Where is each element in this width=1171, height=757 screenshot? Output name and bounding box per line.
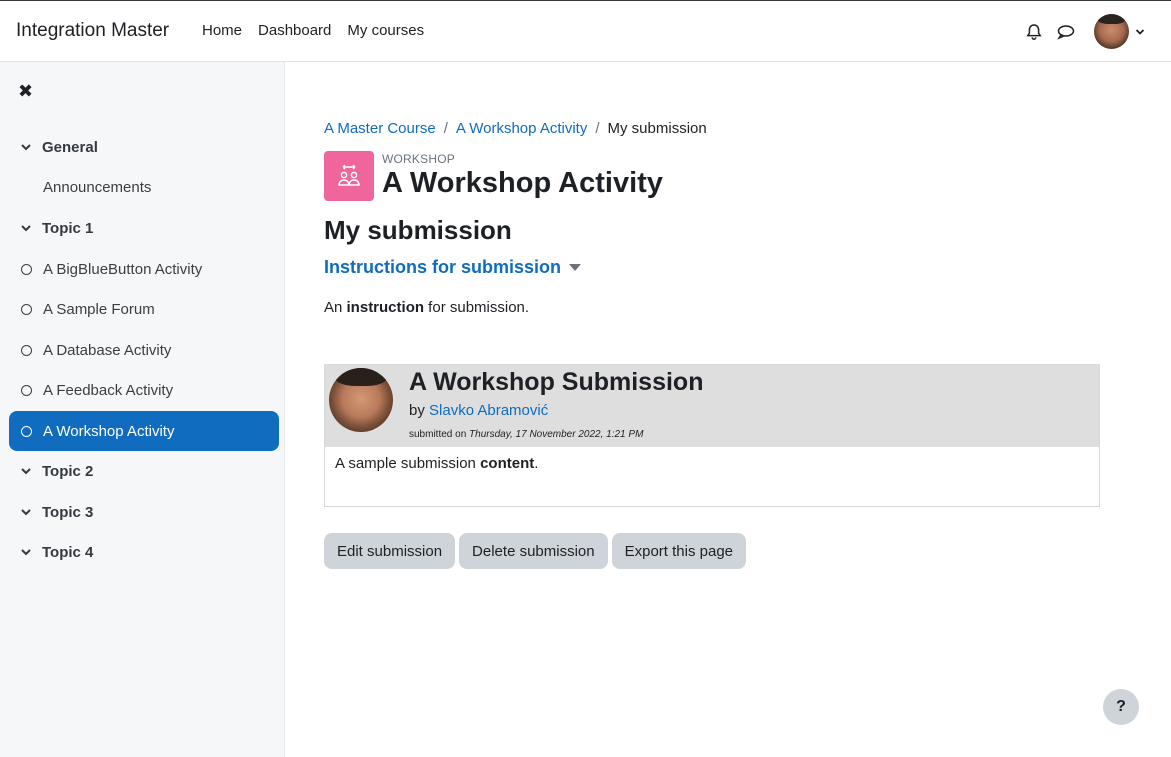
chevron-down-icon[interactable] xyxy=(20,464,34,478)
submission-author-prefix: by xyxy=(409,402,430,419)
site-brand[interactable]: Integration Master xyxy=(16,20,169,42)
breadcrumb-course-link[interactable]: A Master Course xyxy=(324,120,436,137)
nav-dashboard-link[interactable]: Dashboard xyxy=(250,22,339,39)
notifications-bell-icon[interactable] xyxy=(1018,16,1050,48)
sidebar-item-database-activity[interactable]: A Database Activity xyxy=(9,330,279,370)
sidebar-item-label: Topic 4 xyxy=(42,543,94,561)
submission-title: A Workshop Submission xyxy=(409,368,704,396)
completion-circle-icon xyxy=(21,344,32,356)
sidebar-item-workshop-activity[interactable]: A Workshop Activity xyxy=(9,411,279,451)
close-drawer-icon[interactable]: ✖ xyxy=(18,82,36,100)
workshop-icon xyxy=(324,151,374,201)
submission-card: A Workshop Submission by Slavko Abramovi… xyxy=(324,364,1100,507)
completion-circle-icon xyxy=(21,384,32,396)
user-avatar[interactable] xyxy=(1094,14,1129,49)
instruction-text-prefix: An xyxy=(324,299,347,316)
sidebar-section-topic-2[interactable]: Topic 2 xyxy=(9,451,279,491)
completion-circle-icon xyxy=(21,263,32,275)
chevron-down-icon[interactable] xyxy=(20,221,34,235)
breadcrumb-current: My submission xyxy=(607,120,707,137)
help-button[interactable]: ? xyxy=(1103,689,1139,725)
instruction-text-suffix: for submission. xyxy=(424,299,530,316)
edit-submission-button[interactable]: Edit submission xyxy=(324,533,456,569)
page-title: A Workshop Activity xyxy=(382,167,663,199)
sidebar-item-bigbluebutton[interactable]: A BigBlueButton Activity xyxy=(9,249,279,289)
breadcrumb-activity-link[interactable]: A Workshop Activity xyxy=(456,120,587,137)
primary-navigation: Home Dashboard My courses xyxy=(194,22,432,39)
nav-home-link[interactable]: Home xyxy=(194,22,250,39)
export-page-button[interactable]: Export this page xyxy=(611,533,747,569)
sidebar-section-topic-3[interactable]: Topic 3 xyxy=(9,492,279,532)
instruction-text: An instruction for submission. xyxy=(324,299,529,316)
instruction-text-bold: instruction xyxy=(346,299,425,316)
sidebar-section-topic-1[interactable]: Topic 1 xyxy=(9,208,279,248)
submission-actions: Edit submission Delete submission Export… xyxy=(324,533,750,569)
sidebar-item-label: Announcements xyxy=(43,178,152,196)
completion-circle-icon xyxy=(21,425,32,437)
sidebar-item-label: A Database Activity xyxy=(43,341,172,359)
top-navbar: Integration Master Home Dashboard My cou… xyxy=(0,0,1171,62)
submission-date-prefix: submitted on xyxy=(409,429,470,440)
messages-chat-icon[interactable] xyxy=(1050,16,1082,48)
sidebar-item-label: A Workshop Activity xyxy=(43,422,175,440)
nav-my-courses-link[interactable]: My courses xyxy=(339,22,432,39)
chevron-down-icon[interactable] xyxy=(20,140,34,154)
section-heading: My submission xyxy=(324,215,512,245)
chevron-down-icon[interactable] xyxy=(20,545,34,559)
sidebar-item-label: Topic 3 xyxy=(42,503,94,521)
sidebar-item-label: General xyxy=(42,138,98,156)
sidebar-item-label: A Feedback Activity xyxy=(43,381,174,399)
author-avatar[interactable] xyxy=(329,368,393,432)
chevron-down-icon[interactable] xyxy=(20,505,34,519)
breadcrumb: A Master Course / A Workshop Activity / … xyxy=(324,120,707,137)
completion-circle-icon xyxy=(21,303,32,315)
sidebar-item-announcements[interactable]: Announcements xyxy=(9,167,279,207)
course-index-drawer: ✖ General Announcements Topic 1 A BigBlu… xyxy=(0,62,285,757)
submission-content: A sample submission content. xyxy=(325,447,1099,480)
sidebar-item-label: A Sample Forum xyxy=(43,300,155,318)
sidebar-section-topic-4[interactable]: Topic 4 xyxy=(9,532,279,572)
submission-content-prefix: A sample submission xyxy=(335,455,481,472)
sidebar-item-label: Topic 2 xyxy=(42,462,94,480)
sidebar-item-label: Topic 1 xyxy=(42,219,94,237)
sidebar-item-sample-forum[interactable]: A Sample Forum xyxy=(9,289,279,329)
submission-date: submitted on Thursday, 17 November 2022,… xyxy=(409,429,643,440)
submission-header: A Workshop Submission by Slavko Abramovi… xyxy=(325,365,1099,447)
activity-type-label: WORKSHOP xyxy=(382,152,455,166)
instructions-toggle-label: Instructions for submission xyxy=(324,257,562,277)
caret-down-icon xyxy=(569,263,582,271)
activity-header: WORKSHOP A Workshop Activity xyxy=(324,151,663,201)
sidebar-item-label: A BigBlueButton Activity xyxy=(43,260,203,278)
instructions-toggle[interactable]: Instructions for submission xyxy=(324,257,582,278)
submission-author: by Slavko Abramović xyxy=(409,402,548,419)
breadcrumb-separator: / xyxy=(595,120,600,137)
submission-content-suffix: . xyxy=(534,455,539,472)
user-navigation xyxy=(1018,14,1145,49)
sidebar-item-feedback-activity[interactable]: A Feedback Activity xyxy=(9,370,279,410)
submission-date-value: Thursday, 17 November 2022, 1:21 PM xyxy=(469,429,644,440)
breadcrumb-separator: / xyxy=(443,120,448,137)
submission-content-bold: content xyxy=(480,455,535,472)
delete-submission-button[interactable]: Delete submission xyxy=(459,533,608,569)
user-menu-chevron-down-icon[interactable] xyxy=(1135,27,1145,37)
author-link[interactable]: Slavko Abramović xyxy=(429,402,548,419)
sidebar-section-general[interactable]: General xyxy=(9,127,279,167)
